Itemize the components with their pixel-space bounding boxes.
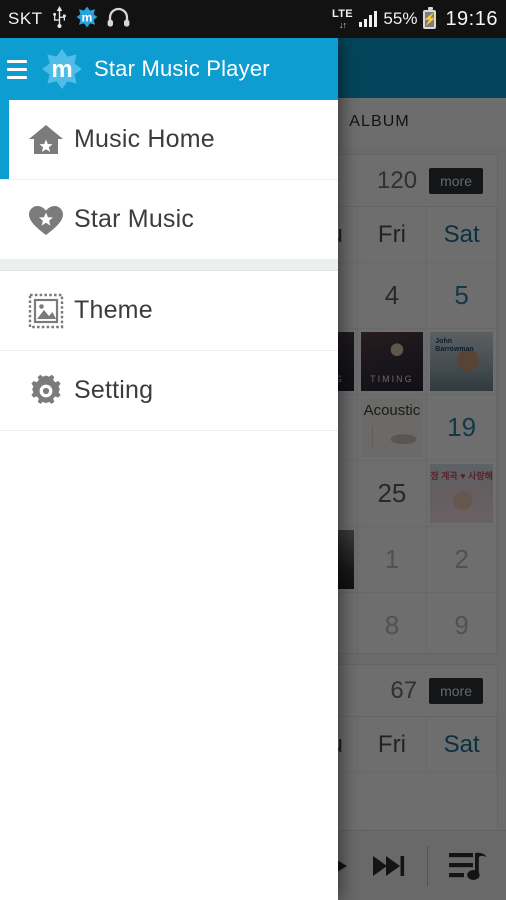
clock-label: 19:16 [445,7,498,30]
sidebar-item-music-home[interactable]: Music Home [0,100,338,180]
sidebar-item-setting[interactable]: Setting [0,351,338,431]
home-star-icon [18,120,74,160]
sidebar-item-label: Setting [74,376,154,404]
usb-icon [52,5,67,33]
star-music-logo-icon: m [40,47,84,91]
lte-indicator: LTE ↓↑ [332,7,353,30]
sidebar-item-label: Theme [74,296,153,324]
sidebar-item-label: Star Music [74,205,195,233]
image-stamp-icon [18,292,74,330]
network-type-label: LTE [332,7,353,20]
heart-star-icon [18,200,74,240]
status-bar-left: SKT m [8,5,130,33]
drawer-header: m Star Music Player [0,38,338,100]
drawer-menu-list: Music Home Star Music Theme Setting [0,100,338,900]
phone-screen: SKT m LTE ↓↑ 55% ⚡ 19:16 TIMING TIMING J… [0,0,506,900]
sidebar-item-star-music[interactable]: Star Music [0,180,338,260]
navigation-drawer: m Star Music Player Music Home Star Musi… [0,38,338,900]
battery-charging-icon: ⚡ [422,6,437,29]
status-bar-right: LTE ↓↑ 55% ⚡ 19:16 [332,6,498,31]
carrier-label: SKT [8,9,43,28]
drawer-group-divider [0,260,338,271]
signal-strength-icon [358,11,378,27]
star-music-notification-icon: m [76,6,98,33]
svg-text:m: m [51,56,72,83]
headphones-icon [107,7,130,32]
hamburger-menu-icon[interactable] [4,56,30,82]
svg-text:m: m [81,10,92,24]
battery-percent-label: 55% [383,9,418,28]
app-title: Star Music Player [94,56,270,81]
sidebar-item-theme[interactable]: Theme [0,271,338,351]
gear-icon [18,372,74,410]
sidebar-item-label: Music Home [74,125,215,153]
data-transfer-arrows: ↓↑ [338,19,347,30]
android-status-bar: SKT m LTE ↓↑ 55% ⚡ 19:16 [0,0,506,38]
